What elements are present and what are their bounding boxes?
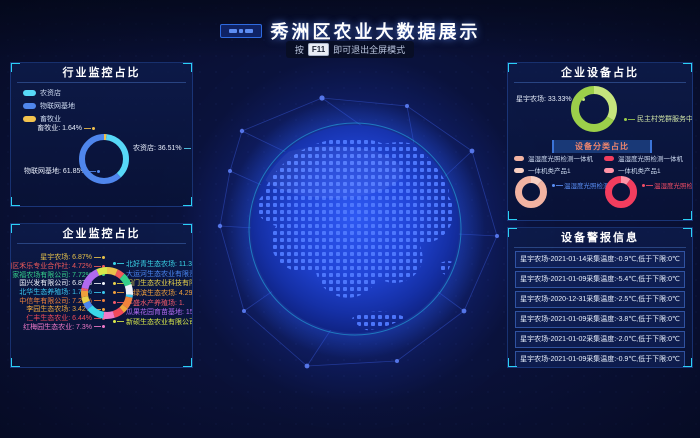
legend-swatch [514,168,524,173]
legend-label: 一体机类产品1 [528,165,571,175]
alarm-row: 星宇农场-2021-01-09采集温度:-3.8℃,低于下限:0℃ [515,311,685,328]
panel-enterprise-monitor: 企业监控占比 星宇农场: 6.87% 秀洲区禾乐专业合作社: 4.72% 家福农… [10,223,193,368]
legend-swatch [514,156,524,161]
legend-item: 温湿度光照检测一体机 [514,153,593,163]
mini-legend-right: 温湿度光照检测一体机 一体机类产品1 [604,153,683,175]
leader-line [94,324,105,329]
donut-callout-label: 红梅园生态农业: 7.3% [23,323,105,332]
header-logo-icon [220,24,262,38]
donut-callout-label: 农资店: 36.51% [133,143,193,153]
leader-line [84,126,95,131]
device-class-donut-left [514,175,548,209]
alarm-row: 星宇农场-2021-01-09采集温度:-5.4℃,低于下限:0℃ [515,271,685,288]
legend-swatch [604,156,614,161]
leader-line [552,183,563,188]
legend-label: 温湿度光照检测一体机 [618,153,683,163]
leader-line [94,255,105,260]
legend-item: 温湿度光照检测一体机 [604,153,683,163]
device-class-chart-left: 温湿度光照检测一体机 一体机类产品1 温湿度光照检测 [510,153,598,217]
panel-title: 企业监控占比 [17,225,186,244]
globe-visualization [202,76,508,382]
alarm-row: 星宇农场-2021-01-02采集温度:-2.0℃,低于下限:0℃ [515,331,685,348]
alarm-row: 星宇农场-2021-01-14采集温度:-0.9℃,低于下限:0℃ [515,251,685,268]
device-class-header: 设备分类占比 [552,140,652,153]
leader-line [624,117,635,122]
alarm-list: 星宇农场-2021-01-14采集温度:-0.9℃,低于下限:0℃ 星宇农场-20… [508,251,692,368]
panel-device-alarms: 设备警报信息 星宇农场-2021-01-14采集温度:-0.9℃,低于下限:0℃… [507,227,693,368]
mini-legend-left: 温湿度光照检测一体机 一体机类产品1 [514,153,593,175]
panel-device-ratio: 企业设备占比 星宇农场: 33.33% 民主村党群服务中心: 设备分类占比 温湿… [507,62,693,221]
mini-callout-right: 温湿度光照检测 [642,180,693,190]
legend-label: 温湿度光照检测一体机 [528,153,593,163]
device-donut-chart [570,85,618,133]
fullscreen-hint: 按 F11 即可退出全屏模式 [0,41,700,58]
legend-item: 一体机类产品1 [514,165,593,175]
hint-suffix: 即可退出全屏模式 [333,43,405,56]
device-class-chart-right: 温湿度光照检测一体机 一体机类产品1 温湿度光照检测 [600,153,688,217]
panel-title: 设备警报信息 [514,229,686,248]
donut-callout-label: 畜牧业: 1.64% [37,123,95,133]
legend-item: 一体机类产品1 [604,165,683,175]
leader-line [113,319,124,324]
dashboard-root: { "header": { "title": "秀洲区农业大数据展示", "hi… [0,0,700,438]
legend-label: 一体机类产品1 [618,165,661,175]
hint-prefix: 按 [295,43,304,56]
legend-swatch [604,168,614,173]
panel-title: 企业设备占比 [514,64,686,83]
enterprise-donut-chart [80,266,134,320]
leader-line [642,183,653,188]
alarm-row: 星宇农场-2021-01-09采集温度:-0.9℃,低于下限:0℃ [515,351,685,368]
f11-keycap: F11 [308,43,329,56]
alarm-row: 星宇农场-2020-12-31采集温度:-2.5℃,低于下限:0℃ [515,291,685,308]
panel-industry-monitor: 行业监控占比 农资店 物联网基地 畜牧业 畜牧业: 1.64% 农资店: 36.… [10,62,193,207]
device-donut-label-right: 民主村党群服务中心: [624,114,693,124]
industry-donut-chart [78,133,130,185]
leader-line [184,146,193,151]
device-class-donut-right [604,175,638,209]
